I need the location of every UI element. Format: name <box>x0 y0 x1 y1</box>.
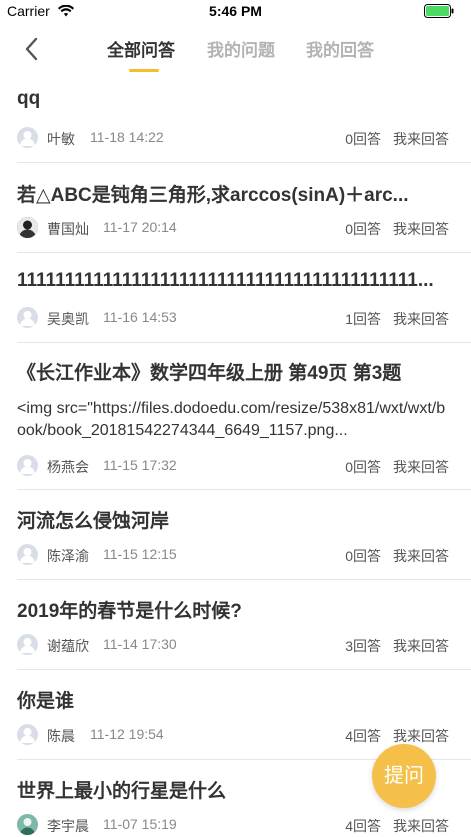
answer-count: 0回答 <box>345 131 381 147</box>
ask-question-button[interactable]: 提问 <box>372 744 436 808</box>
post-date: 11-12 19:54 <box>90 726 164 742</box>
answer-button[interactable]: 我来回答 <box>393 816 449 836</box>
answer-count: 1回答 <box>345 311 381 327</box>
post-date: 11-16 14:53 <box>103 309 177 325</box>
tab-all-qa[interactable]: 全部问答 <box>107 36 175 61</box>
status-bar: Carrier 5:46 PM <box>0 0 471 24</box>
author-name: 陈泽渝 <box>47 548 89 564</box>
question-title: qq <box>17 88 41 109</box>
answer-button[interactable]: 我来回答 <box>393 219 449 239</box>
question-meta: 李宇晨 11-07 15:19 4回答 我来回答 <box>0 814 471 836</box>
question-title: 《长江作业本》数学四年级上册 第49页 第3题 <box>17 363 402 384</box>
question-title: 你是谁 <box>17 691 75 712</box>
post-date: 11-07 15:19 <box>103 816 177 832</box>
divider <box>17 162 471 163</box>
question-meta: 谢蕴欣 11-14 17:30 3回答 我来回答 <box>0 634 471 656</box>
author-name: 杨燕会 <box>47 459 89 475</box>
answer-button[interactable]: 我来回答 <box>393 129 449 149</box>
avatar <box>17 634 38 655</box>
answer-count: 3回答 <box>345 638 381 654</box>
author-name: 吴奥凯 <box>47 311 89 327</box>
avatar <box>17 307 38 328</box>
post-date: 11-15 17:32 <box>103 457 177 473</box>
divider <box>17 489 471 490</box>
question-meta: 杨燕会 11-15 17:32 0回答 我来回答 <box>0 455 471 477</box>
divider <box>17 252 471 253</box>
answer-button[interactable]: 我来回答 <box>393 457 449 477</box>
tab-my-questions[interactable]: 我的问题 <box>207 36 275 61</box>
answer-count: 0回答 <box>345 459 381 475</box>
answer-button[interactable]: 我来回答 <box>393 636 449 656</box>
answer-count: 4回答 <box>345 728 381 744</box>
question-meta: 陈泽渝 11-15 12:15 0回答 我来回答 <box>0 544 471 566</box>
answer-count: 0回答 <box>345 548 381 564</box>
divider <box>17 342 471 343</box>
answer-count: 4回答 <box>345 818 381 834</box>
battery-icon <box>424 4 454 18</box>
avatar <box>17 455 38 476</box>
post-date: 11-18 14:22 <box>90 129 164 145</box>
question-title: 河流怎么侵蚀河岸 <box>17 511 170 532</box>
answer-button[interactable]: 我来回答 <box>393 309 449 329</box>
answer-button[interactable]: 我来回答 <box>393 546 449 566</box>
active-tab-indicator <box>129 69 159 72</box>
author-name: 叶敏 <box>47 131 75 147</box>
question-meta: 叶敏 11-18 14:22 0回答 我来回答 <box>0 127 471 149</box>
avatar <box>17 814 38 835</box>
author-name: 陈晨 <box>47 728 75 744</box>
answer-button[interactable]: 我来回答 <box>393 726 449 746</box>
question-title: 1111111111111111111111111111111111111111… <box>17 270 434 291</box>
avatar <box>17 724 38 745</box>
author-name: 曹国灿 <box>47 221 89 237</box>
answer-count: 0回答 <box>345 221 381 237</box>
nav-bar: 全部问答 我的问题 我的回答 <box>0 24 471 74</box>
divider <box>17 669 471 670</box>
question-title: 若△ABC是钝角三角形,求arccos(sinA)＋arc... <box>17 185 409 206</box>
question-meta: 吴奥凯 11-16 14:53 1回答 我来回答 <box>0 307 471 329</box>
divider <box>17 579 471 580</box>
author-name: 谢蕴欣 <box>47 638 89 654</box>
back-chevron-icon[interactable] <box>18 34 48 64</box>
tab-my-answers[interactable]: 我的回答 <box>306 36 374 61</box>
avatar <box>17 217 38 238</box>
author-name: 李宇晨 <box>47 818 89 834</box>
post-date: 11-15 12:15 <box>103 546 177 562</box>
clock: 5:46 PM <box>209 3 262 19</box>
question-meta: 陈晨 11-12 19:54 4回答 我来回答 <box>0 724 471 746</box>
question-meta: 曹国灿 11-17 20:14 0回答 我来回答 <box>0 217 471 239</box>
question-body: <img src="https://files.dodoedu.com/resi… <box>17 400 446 439</box>
question-title: 2019年的春节是什么时候? <box>17 601 242 622</box>
post-date: 11-14 17:30 <box>103 636 177 652</box>
avatar <box>17 127 38 148</box>
post-date: 11-17 20:14 <box>103 219 177 235</box>
avatar <box>17 544 38 565</box>
